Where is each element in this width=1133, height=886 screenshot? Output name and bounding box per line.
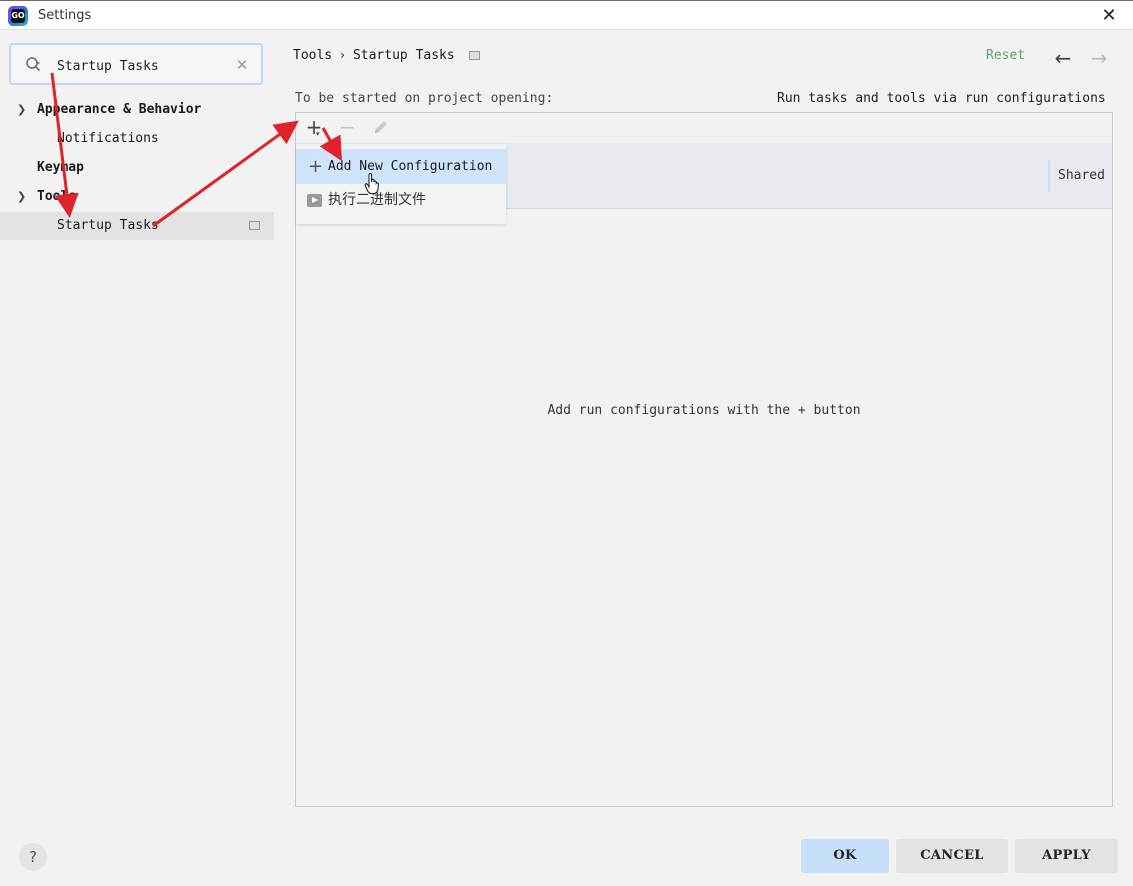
shared-column-header[interactable]: Shared — [1058, 168, 1105, 183]
menu-item-run-binary[interactable]: 执行二进制文件 — [296, 183, 506, 218]
tree-item-keymap[interactable]: Keymap — [0, 154, 274, 182]
apply-button[interactable]: APPLY — [1015, 839, 1118, 873]
breadcrumb: Tools › Startup Tasks — [293, 48, 480, 66]
add-icon[interactable]: + — [303, 116, 325, 138]
close-icon[interactable]: ✕ — [1098, 5, 1120, 27]
search-icon — [26, 57, 41, 72]
forward-arrow-icon: → — [1090, 46, 1108, 70]
empty-state-message: Add run configurations with the + button — [547, 403, 861, 418]
tree-item-label: Keymap — [37, 160, 84, 175]
plus-icon: + — [308, 156, 324, 177]
startup-label: To be started on project opening: — [295, 91, 554, 106]
breadcrumb-item-startup-tasks: Startup Tasks — [352, 48, 455, 63]
menu-item-label: Add New Configuration — [328, 159, 493, 174]
tree-item-tools[interactable]: ❯ Tools — [0, 183, 274, 211]
search-input[interactable] — [57, 57, 227, 75]
tree-item-label: Appearance & Behavior — [37, 102, 202, 117]
tree-item-notifications[interactable]: Notifications — [0, 125, 274, 153]
tree-item-label: Tools — [37, 189, 77, 204]
search-box[interactable]: ✕ — [9, 43, 263, 85]
breadcrumb-separator: › — [340, 48, 345, 62]
help-button[interactable]: ? — [19, 843, 47, 871]
window-title: Settings — [38, 8, 92, 23]
run-configuration-icon — [307, 194, 322, 207]
panel-toolbar — [296, 113, 1112, 143]
back-arrow-icon[interactable]: ← — [1051, 46, 1075, 70]
menu-item-add-new-configuration[interactable]: + Add New Configuration — [296, 149, 506, 184]
logo-text: GO — [11, 9, 25, 23]
title-bar: GO Settings ✕ — [0, 0, 1133, 30]
clear-search-icon[interactable]: ✕ — [231, 54, 253, 76]
tree-item-label: Startup Tasks — [57, 218, 159, 233]
goland-logo-icon: GO — [8, 6, 28, 26]
tree-item-appearance-behavior[interactable]: ❯ Appearance & Behavior — [0, 96, 274, 124]
column-divider — [1048, 160, 1050, 192]
edit-pencil-icon — [375, 121, 387, 133]
cancel-button[interactable]: CANCEL — [896, 839, 1008, 873]
breadcrumb-item-tools: Tools — [293, 48, 333, 63]
project-settings-icon — [468, 51, 480, 60]
ok-button[interactable]: OK — [801, 839, 889, 873]
chevron-down-icon[interactable]: ❯ — [17, 183, 31, 211]
hand-cursor-icon — [364, 173, 379, 194]
chevron-down-icon[interactable]: ❯ — [17, 96, 31, 124]
dropdown-caret-icon: ▾ — [316, 130, 320, 138]
add-configuration-menu: + Add New Configuration 执行二进制文件 — [296, 144, 506, 224]
remove-icon: − — [338, 115, 356, 139]
tree-item-startup-tasks[interactable]: Startup Tasks — [0, 212, 274, 240]
project-settings-icon — [249, 221, 260, 230]
tree-item-label: Notifications — [57, 131, 159, 146]
reset-link[interactable]: Reset — [986, 48, 1025, 63]
run-tools-label: Run tasks and tools via run configuratio… — [777, 91, 1106, 106]
